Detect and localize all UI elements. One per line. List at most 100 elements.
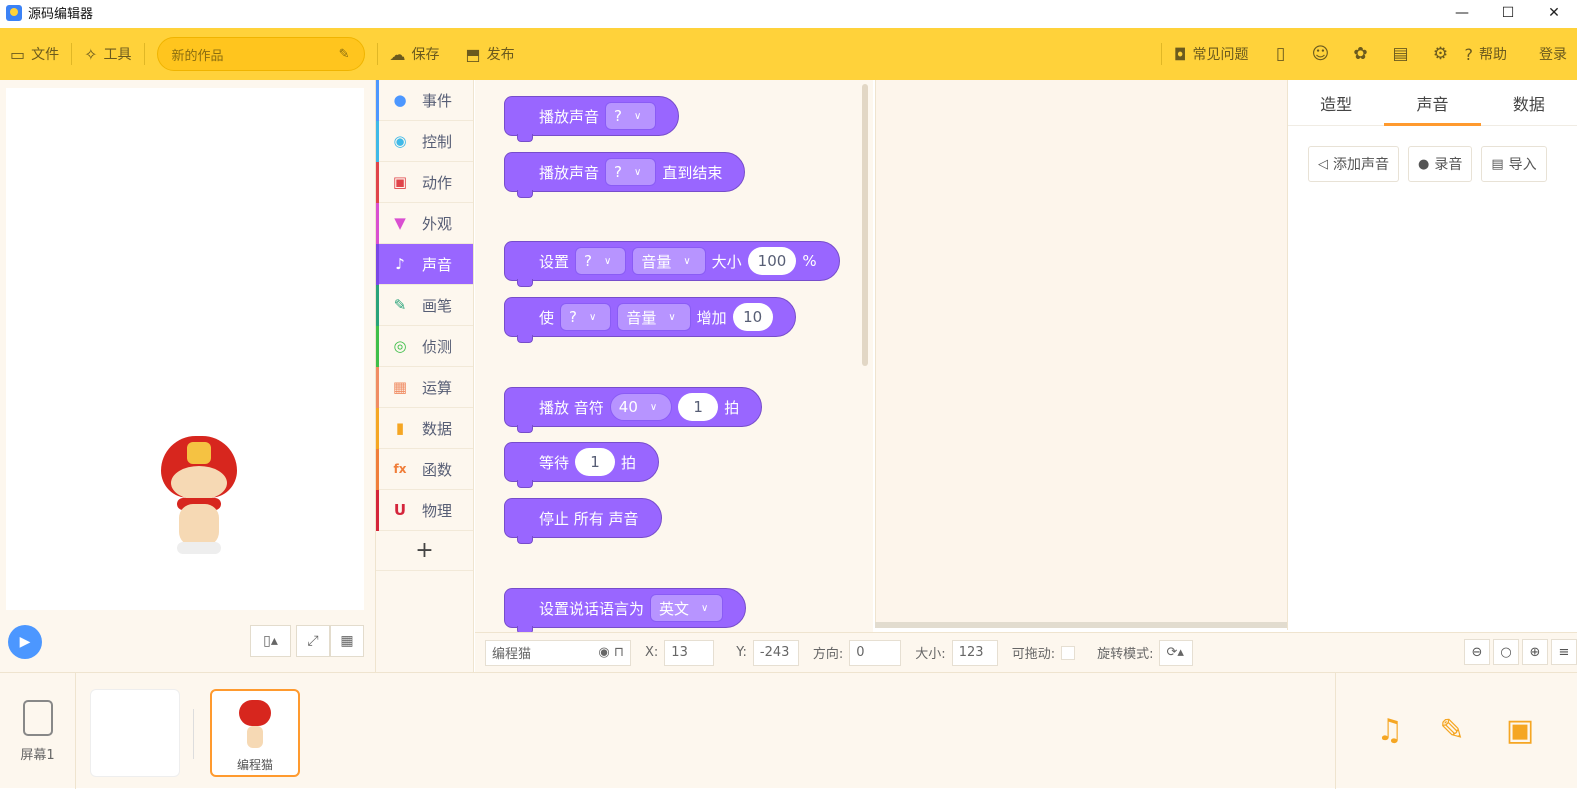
pencil-icon: ✎: [338, 46, 350, 62]
block-set-language[interactable]: 设置说话语言为 英文 ∨: [504, 588, 747, 632]
close-button[interactable]: ✕: [1531, 0, 1577, 25]
category-item[interactable]: ▮ 数据: [376, 408, 473, 449]
sound-dropdown[interactable]: ? ∨: [605, 158, 657, 186]
radar-icon: ◎: [393, 337, 407, 355]
block-play-sound[interactable]: 播放声音 ? ∨: [504, 96, 680, 142]
minimize-button[interactable]: —: [1439, 0, 1485, 25]
import-button[interactable]: ▤ 导入: [1481, 146, 1547, 182]
category-item[interactable]: fx 函数: [376, 449, 473, 490]
block-set-volume[interactable]: 设置 ? ∨ 音量 ∨ 大小 100 %: [504, 241, 840, 287]
help-icon: ?: [1464, 44, 1474, 64]
device-switch-icon[interactable]: ▯▴: [250, 625, 291, 657]
wait-input[interactable]: 1: [575, 448, 616, 476]
settings-icon[interactable]: ⚙: [1421, 44, 1461, 64]
publish-label: 发布: [486, 47, 515, 63]
project-name-input[interactable]: 新的作品 ✎: [156, 37, 365, 71]
property-dropdown[interactable]: 音量 ∨: [632, 247, 706, 275]
window-title: 源码编辑器: [28, 7, 94, 22]
property-dropdown[interactable]: 音量 ∨: [617, 303, 691, 331]
category-item[interactable]: ◎ 侦测: [376, 326, 473, 367]
category-item[interactable]: ▼ 外观: [376, 203, 473, 244]
screen-item[interactable]: 屏幕1: [0, 673, 76, 789]
maximize-button[interactable]: ☐: [1485, 0, 1531, 25]
zoom-out-icon[interactable]: ⊖: [1464, 639, 1490, 665]
sound-dropdown[interactable]: ? ∨: [560, 303, 612, 331]
size-input[interactable]: 123: [951, 639, 998, 666]
paint-pencil-icon[interactable]: ✎: [1434, 713, 1470, 749]
publish-button[interactable]: ⬒ 发布: [466, 28, 515, 80]
menu-icon[interactable]: ≡: [1551, 639, 1577, 665]
sound-dropdown[interactable]: ? ∨: [575, 247, 627, 275]
stage-canvas[interactable]: [6, 88, 364, 610]
draggable-checkbox[interactable]: [1061, 645, 1076, 660]
cloud-upload-icon: ☁: [389, 44, 406, 64]
rotation-mode-dropdown[interactable]: ⟳▴: [1159, 639, 1194, 666]
file-music-icon: ▤: [1491, 156, 1504, 172]
block-stop-all-sounds[interactable]: 停止 所有 声音: [504, 498, 662, 544]
tools-menu[interactable]: ✧ 工具: [84, 28, 131, 80]
zoom-reset-icon[interactable]: ○: [1493, 639, 1519, 665]
title-bar: 源码编辑器 — ☐ ✕: [0, 0, 1577, 25]
palette-scrollbar[interactable]: [862, 84, 868, 366]
category-item[interactable]: ◉ 控制: [376, 121, 473, 162]
tools-label: 工具: [103, 47, 132, 63]
shirt-icon: ▼: [394, 214, 406, 232]
eye-icon[interactable]: ◉: [598, 645, 609, 660]
sprite-name-input[interactable]: 编程猫 ◉ ⊓: [485, 639, 631, 666]
grid-icon[interactable]: ▦: [330, 625, 364, 657]
bar-chart-icon: ▮: [395, 419, 405, 437]
zoom-in-icon[interactable]: ⊕: [1522, 639, 1548, 665]
extensions-icon[interactable]: ✿: [1341, 44, 1381, 64]
music-library-icon[interactable]: ♫: [1372, 713, 1408, 749]
add-sound-button[interactable]: ◁ 添加声音: [1308, 146, 1399, 182]
sprite-slot-empty[interactable]: [90, 689, 180, 777]
robot-icon[interactable]: ☺: [1301, 44, 1341, 64]
sprite-cat[interactable]: [151, 428, 247, 562]
login-button[interactable]: 登录: [1539, 28, 1567, 80]
faq-button[interactable]: ◘ 常见问题: [1174, 28, 1249, 80]
note-dropdown[interactable]: 40 ∨: [609, 393, 673, 421]
code-workspace[interactable]: [875, 80, 1287, 628]
fullscreen-icon[interactable]: ⤢: [296, 625, 330, 657]
tab-sounds[interactable]: 声音: [1384, 80, 1481, 126]
toggle-icon: ●: [393, 91, 407, 109]
record-button[interactable]: ● 录音: [1408, 146, 1473, 182]
language-dropdown[interactable]: 英文 ∨: [650, 594, 724, 622]
category-item[interactable]: ● 事件: [376, 80, 473, 121]
y-input[interactable]: -243: [752, 639, 799, 666]
beats-input[interactable]: 1: [678, 393, 719, 421]
workspace-scrollbar[interactable]: [875, 622, 1287, 628]
block-play-note[interactable]: 播放 音符 40 ∨ 1 拍: [504, 387, 763, 433]
tab-costumes[interactable]: 造型: [1288, 80, 1384, 125]
calendar-icon[interactable]: ▤: [1381, 44, 1421, 64]
unlock-icon[interactable]: ⊓: [614, 645, 624, 660]
sprite-list: 屏幕1 编程猫 ♫ ✎ ▣: [0, 672, 1577, 789]
block-play-sound-until-done[interactable]: 播放声音 ? ∨ 直到结束: [504, 152, 746, 198]
save-button[interactable]: ☁ 保存: [390, 28, 440, 80]
file-menu[interactable]: ▭ 文件: [10, 28, 59, 80]
sprite-card[interactable]: 编程猫: [210, 689, 300, 777]
help-button[interactable]: ? 帮助: [1465, 28, 1508, 80]
add-folder-icon[interactable]: ▣: [1502, 713, 1538, 749]
value-input[interactable]: 100: [747, 247, 797, 275]
category-item[interactable]: ▦ 运算: [376, 367, 473, 408]
folder-icon: ▭: [10, 44, 26, 64]
category-item[interactable]: ✎ 画笔: [376, 285, 473, 326]
category-item-active[interactable]: ♪ 声音: [376, 244, 473, 285]
category-item[interactable]: ▣ 动作: [376, 162, 473, 203]
category-item[interactable]: U 物理: [376, 490, 473, 531]
add-category-button[interactable]: +: [376, 531, 473, 571]
mobile-icon[interactable]: ▯: [1261, 44, 1301, 64]
sound-dropdown[interactable]: ? ∨: [605, 102, 657, 130]
value-input[interactable]: 10: [732, 303, 773, 331]
stage-panel: ▶ ▯▴ ⤢ ▦: [0, 80, 375, 672]
login-label: 登录: [1539, 47, 1567, 63]
block-wait[interactable]: 等待 1 拍: [504, 442, 660, 488]
x-input[interactable]: 13: [664, 639, 715, 666]
phone-icon: [22, 699, 53, 736]
tab-data[interactable]: 数据: [1481, 80, 1577, 125]
play-button[interactable]: ▶: [8, 625, 42, 659]
direction-input[interactable]: 0: [849, 639, 902, 666]
block-change-volume[interactable]: 使 ? ∨ 音量 ∨ 增加 10: [504, 297, 796, 343]
sprite-properties-bar: 编程猫 ◉ ⊓ X: 13 Y: -243 方向: 0 大小: 123 可拖动:…: [475, 632, 1577, 672]
